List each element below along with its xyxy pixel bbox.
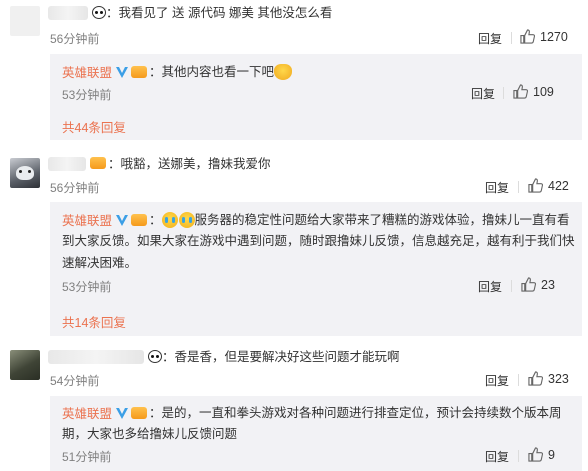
divider	[518, 450, 519, 462]
reply-button[interactable]: 回复	[471, 85, 495, 102]
reply-text-line2: 期，大家也多给撸妹儿反馈问题	[62, 427, 238, 441]
comment-text: ：哦豁，送娜美，撸妹我爱你	[108, 157, 271, 171]
reply-text-line3: 速解决困难。	[62, 256, 138, 270]
reply-text: ：其他内容也看一下吧	[149, 64, 275, 79]
avatar[interactable]	[10, 158, 40, 188]
official-account-name[interactable]: 英雄联盟	[62, 62, 112, 81]
username-blurred[interactable]	[48, 157, 86, 171]
crying-emoji-icon	[178, 211, 195, 228]
more-replies-link[interactable]: 共14条回复	[62, 312, 126, 331]
username-blurred[interactable]	[48, 350, 144, 364]
reply-button[interactable]: 回复	[478, 30, 502, 47]
like-button[interactable]: 23	[521, 277, 555, 292]
username-blurred[interactable]	[48, 6, 88, 20]
comment-time: 56分钟前	[50, 181, 100, 195]
like-count: 1270	[540, 29, 568, 44]
verified-icon	[116, 66, 129, 78]
like-count: 323	[548, 371, 569, 386]
reply-button[interactable]: 回复	[485, 448, 509, 465]
reply-text-line2: 到大家反馈。如果大家在游戏中遇到问题，随时跟撸妹儿反馈，信息越充足，越有利于我们…	[62, 234, 575, 248]
vip-badge-icon	[131, 213, 148, 226]
reply-text-line1: 服务器的稳定性问题给大家带来了糟糕的游戏体验，撸妹儿一直有看	[194, 212, 570, 227]
comment-time: 56分钟前	[50, 32, 100, 46]
thumbs-up-icon	[513, 84, 528, 99]
verified-icon	[116, 407, 129, 419]
reply-button[interactable]: 回复	[478, 278, 502, 295]
thumbs-up-icon	[520, 29, 535, 44]
divider	[511, 280, 512, 292]
panda-emoji-icon	[148, 350, 162, 363]
official-account-name[interactable]: 英雄联盟	[62, 403, 112, 422]
reply-time: 53分钟前	[62, 280, 112, 294]
like-count: 422	[548, 178, 569, 193]
like-button[interactable]: 109	[513, 84, 554, 99]
like-button[interactable]: 422	[528, 178, 569, 193]
vip-badge-icon	[131, 406, 148, 419]
avatar[interactable]	[10, 350, 40, 380]
thumbs-up-icon	[521, 277, 536, 292]
vip-badge-icon	[90, 157, 106, 169]
reply-text-line1: ：是的，一直和拳头游戏对各种问题进行排查定位，预计会持续数个版本周	[149, 405, 562, 420]
like-button[interactable]: 323	[528, 371, 569, 386]
like-button[interactable]: 1270	[520, 29, 568, 44]
divider	[511, 32, 512, 44]
more-replies-link[interactable]: 共44条回复	[62, 117, 126, 136]
reply-time: 53分钟前	[62, 88, 112, 102]
thumbs-up-icon	[528, 447, 543, 462]
reply-button[interactable]: 回复	[485, 179, 509, 196]
comment-text: ：香是香，但是要解决好这些问题才能玩啊	[162, 350, 400, 364]
panda-emoji-icon	[92, 6, 106, 19]
like-count: 23	[541, 277, 555, 292]
divider	[518, 374, 519, 386]
divider	[503, 87, 504, 99]
official-account-name[interactable]: 英雄联盟	[62, 210, 112, 229]
comment-text: ：我看见了 送 源代码 娜美 其他没怎么看	[106, 6, 333, 20]
comment-time: 54分钟前	[50, 374, 100, 388]
fan-emoji-icon	[274, 63, 293, 80]
reply-time: 51分钟前	[62, 450, 112, 464]
verified-icon	[116, 214, 129, 226]
reply-button[interactable]: 回复	[485, 372, 509, 389]
avatar[interactable]	[10, 6, 40, 36]
divider	[518, 181, 519, 193]
thumbs-up-icon	[528, 178, 543, 193]
like-count: 9	[548, 447, 555, 462]
vip-badge-icon	[131, 65, 148, 78]
like-button[interactable]: 9	[528, 447, 555, 462]
like-count: 109	[533, 84, 554, 99]
thumbs-up-icon	[528, 371, 543, 386]
crying-emoji-icon	[161, 211, 178, 228]
